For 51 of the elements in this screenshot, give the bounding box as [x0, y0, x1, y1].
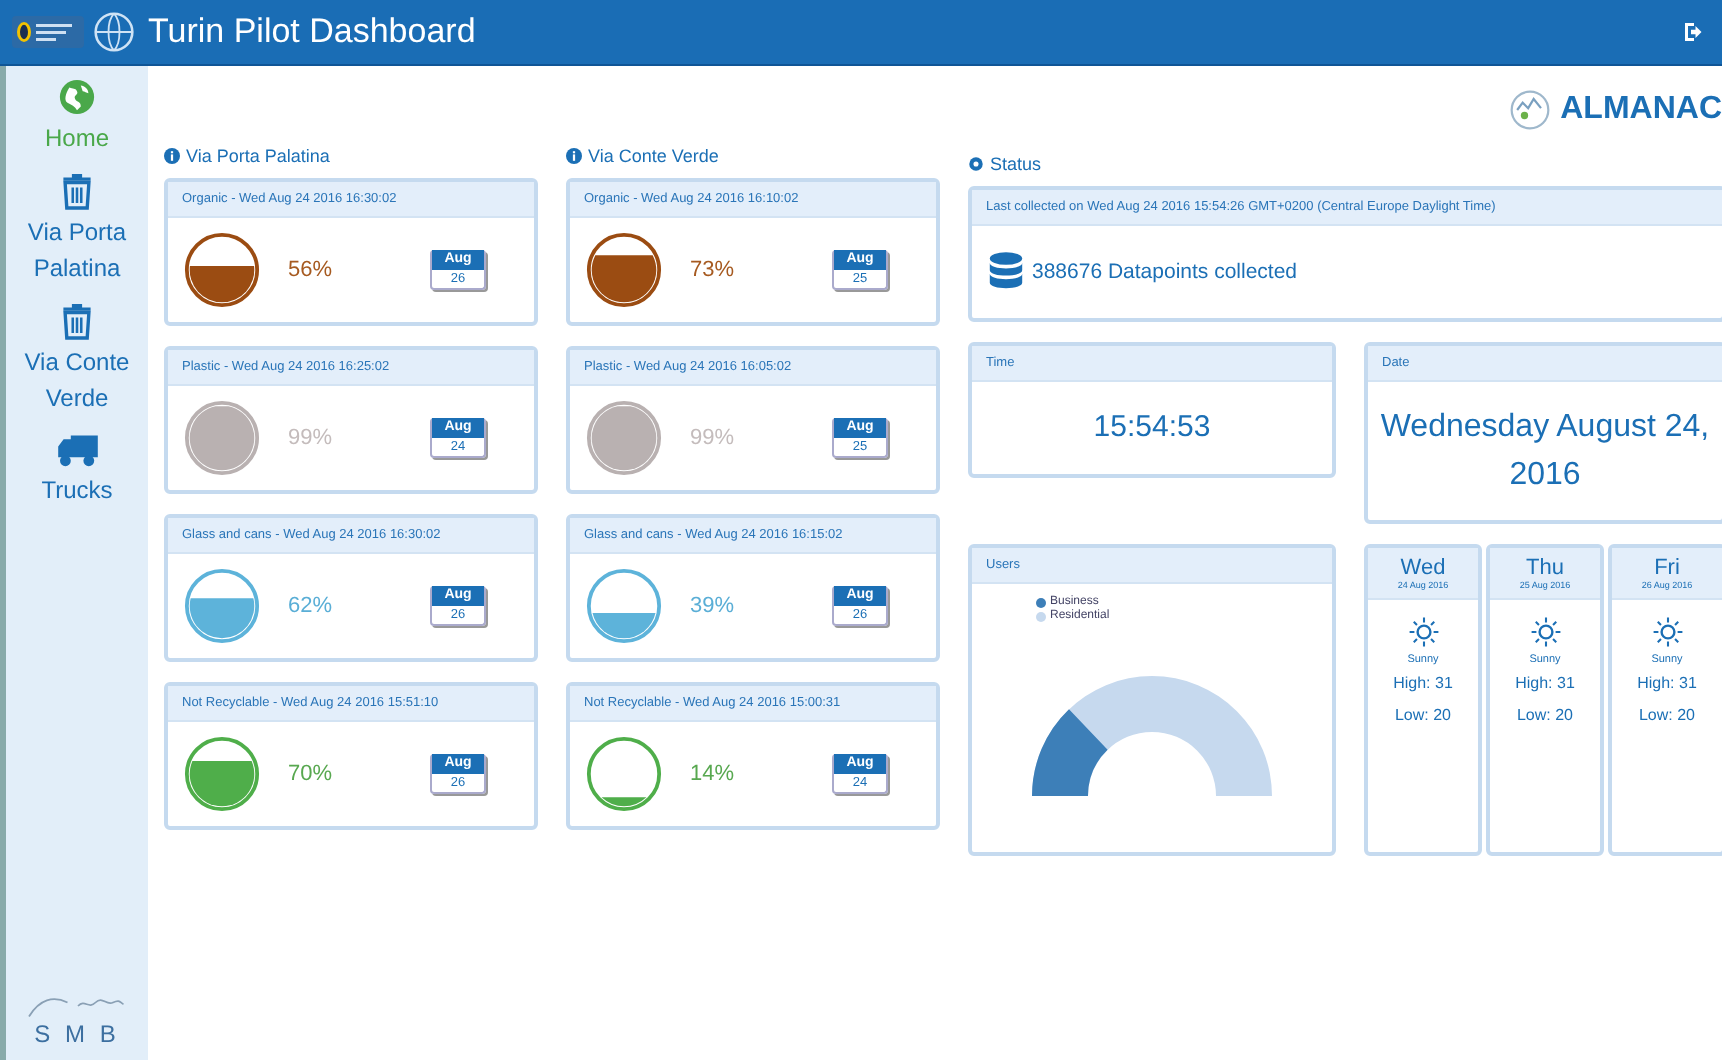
- info-icon: [164, 148, 180, 164]
- trash-icon: [60, 302, 94, 341]
- fill-gauge-icon: [184, 400, 260, 476]
- fill-percent: 14%: [690, 762, 737, 786]
- forecast-day: Fri: [1654, 556, 1680, 580]
- section-title: Via Porta Palatina: [186, 146, 330, 166]
- fill-gauge-icon: [184, 232, 260, 308]
- fill-percent: 70%: [288, 762, 335, 786]
- high-temperature: High: 31: [1637, 672, 1697, 696]
- app-title: Turin Pilot Dashboard: [148, 12, 476, 52]
- fill-percent: 56%: [288, 258, 335, 282]
- section-title: Via Conte Verde: [588, 146, 719, 166]
- low-temperature: Low: 20: [1394, 703, 1452, 728]
- low-temperature: Low: 20: [1638, 703, 1696, 728]
- fill-percent: 62%: [288, 594, 335, 618]
- fill-percent: 39%: [690, 594, 737, 618]
- fill-gauge-icon: [586, 400, 662, 476]
- high-temperature: High: 31: [1393, 672, 1453, 696]
- fill-gauge-icon: [586, 232, 662, 308]
- section-title: Status: [990, 154, 1042, 174]
- fill-percent: 99%: [288, 426, 335, 450]
- fill-gauge-icon: [184, 568, 260, 644]
- truck-icon: [55, 431, 99, 468]
- datapoints-count: 388676 Datapoints collected: [1032, 260, 1298, 284]
- network-globe-icon: [92, 10, 136, 54]
- sun-icon: [1529, 616, 1561, 648]
- forecast-day: Wed: [1400, 556, 1446, 580]
- fill-percent: 73%: [690, 258, 737, 282]
- current-date: Wednesday August 24, 2016: [1380, 407, 1710, 495]
- globe-icon: [57, 78, 96, 116]
- database-icon: [988, 252, 1024, 292]
- sidebar-item[interactable]: Via Porta Palatina: [6, 172, 148, 287]
- fill-gauge-icon: [586, 568, 662, 644]
- city-logo-icon: [12, 16, 84, 48]
- forecast-day: Thu: [1526, 556, 1564, 580]
- sun-icon: [1651, 616, 1683, 648]
- current-time: 15:54:53: [1093, 407, 1211, 448]
- sidebar-item[interactable]: Via Conte Verde: [6, 302, 148, 416]
- sidebar-item[interactable]: Trucks: [41, 431, 113, 509]
- sidebar-item[interactable]: Home: [44, 78, 109, 157]
- fill-gauge-icon: [586, 736, 662, 812]
- info-icon: [566, 148, 582, 164]
- almanac-logo-icon: [1508, 88, 1553, 132]
- sun-icon: [1407, 616, 1439, 648]
- high-temperature: High: 31: [1515, 672, 1575, 696]
- smb-logo-text: S M B: [34, 1020, 120, 1048]
- fill-gauge-icon: [184, 736, 260, 812]
- brand-name: ALMANAC: [1560, 92, 1722, 128]
- fill-percent: 99%: [690, 426, 737, 450]
- trash-icon: [60, 172, 94, 211]
- low-temperature: Low: 20: [1516, 703, 1574, 728]
